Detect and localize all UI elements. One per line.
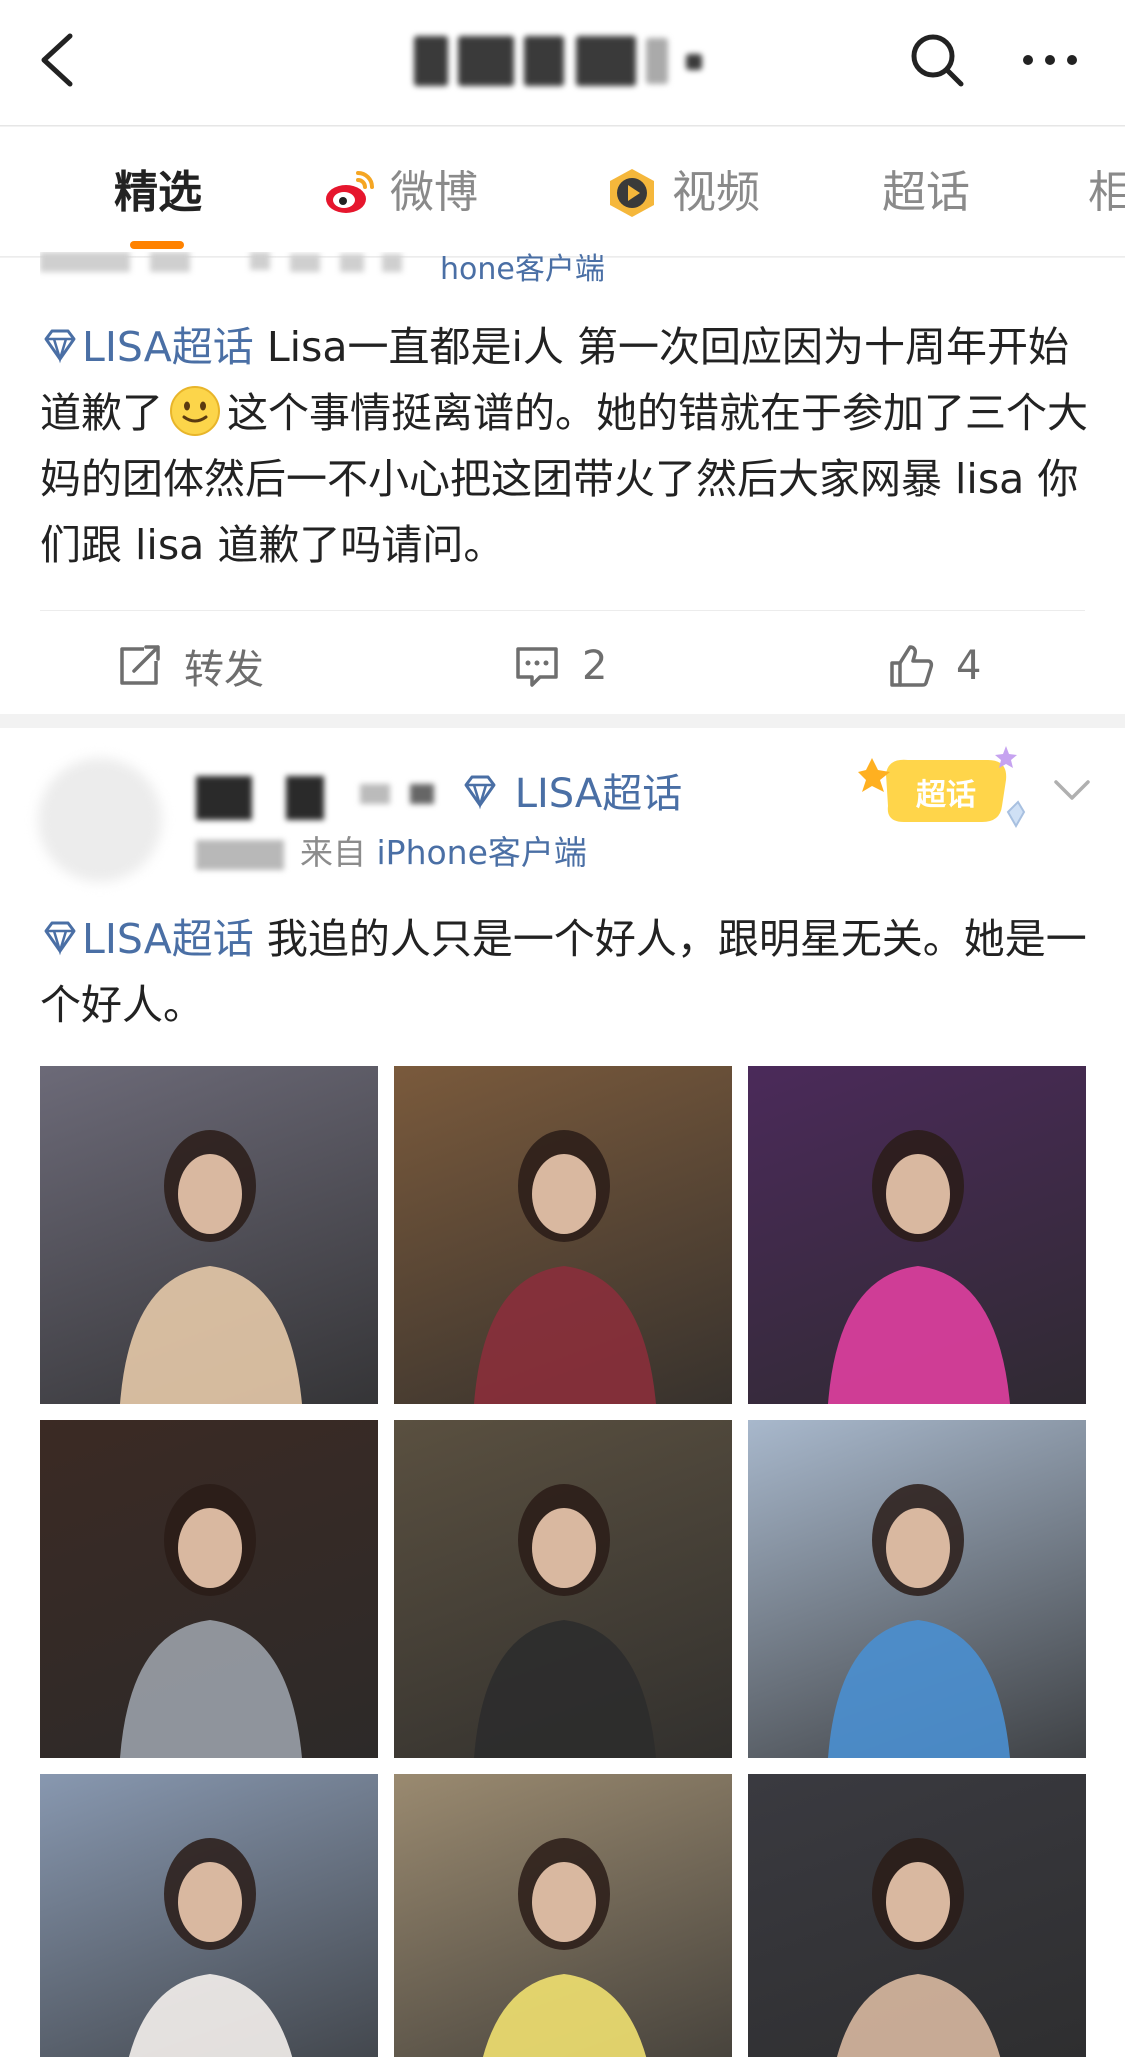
top-nav-bar: [0, 0, 1125, 126]
previous-source-label: hone客户端: [440, 252, 605, 287]
topic-label: LISA超话: [82, 323, 254, 371]
post-body: LISA超话 我追的人只是一个好人，跟明星无关。她是一个好人。: [40, 906, 1090, 1038]
photo-thumbnail[interactable]: [40, 1420, 378, 1758]
photo-thumbnail[interactable]: [394, 1774, 732, 2057]
username-blurred[interactable]: [196, 776, 252, 820]
tab-chaohua[interactable]: 超话: [882, 165, 970, 221]
diamond-icon: [40, 318, 80, 364]
post-card: hone客户端 LISA超话 Lisa一直都是i人 第一次回应因为十周年开始道歉…: [0, 252, 1125, 714]
photo-figure: [120, 1484, 302, 1758]
photo-thumbnail[interactable]: [394, 1066, 732, 1404]
photo-figure: [474, 1130, 656, 1404]
topic-badge-label: LISA超话: [514, 771, 683, 817]
like-button[interactable]: 4: [886, 636, 981, 696]
smile-emoji-icon: [169, 385, 221, 437]
tab-bar: 精选 微博 视频 超话 相: [0, 127, 1125, 257]
photo-figure: [120, 1130, 302, 1404]
photo-figure: [837, 1838, 1001, 2057]
tab-label: 视频: [672, 167, 760, 218]
photo-thumbnail[interactable]: [748, 1420, 1086, 1758]
photo-thumbnail[interactable]: [394, 1420, 732, 1758]
post-divider: [40, 610, 1085, 611]
repost-button[interactable]: 转发: [114, 636, 264, 696]
repost-label: 转发: [184, 647, 264, 693]
comment-count: 2: [582, 643, 608, 689]
diamond-icon: [460, 768, 500, 810]
photo-figure: [828, 1130, 1010, 1404]
post-meta: 来自 iPhone客户端: [196, 828, 587, 878]
tab-xiang[interactable]: 相: [1088, 165, 1125, 221]
tab-label: 超话: [882, 167, 970, 218]
photo-figure: [474, 1484, 656, 1758]
tab-label: 相: [1088, 167, 1125, 218]
post-body: LISA超话 Lisa一直都是i人 第一次回应因为十周年开始道歉了 这个事情挺离谱…: [40, 314, 1090, 578]
previous-meta-blurred: [40, 252, 740, 292]
tab-jingxuan[interactable]: 精选: [114, 165, 202, 221]
topic-link[interactable]: LISA超话: [40, 323, 254, 371]
username-blurred: [360, 784, 390, 804]
page-title-blurred: [410, 30, 710, 94]
source-label: iPhone客户端: [376, 833, 587, 872]
more-dots-icon[interactable]: [1018, 28, 1082, 92]
avatar[interactable]: [38, 758, 162, 882]
video-play-icon: [604, 165, 660, 221]
photo-figure: [483, 1838, 647, 2057]
photo-thumbnail[interactable]: [40, 1066, 378, 1404]
diamond-icon: [40, 910, 80, 956]
search-icon[interactable]: [905, 28, 969, 92]
tab-label: 微博: [390, 167, 478, 218]
date-blurred: [196, 839, 284, 870]
like-count: 4: [956, 643, 982, 689]
topic-label: LISA超话: [82, 915, 254, 963]
chaohua-badge-icon[interactable]: 超话: [858, 740, 1028, 838]
post-card: LISA超话 来自 iPhone客户端 超话 LISA超话 我追的人只是一个好人…: [0, 728, 1125, 2057]
tab-video[interactable]: 视频: [604, 165, 760, 221]
source-prefix: 来自: [300, 833, 366, 872]
topic-link[interactable]: LISA超话: [40, 915, 254, 963]
repost-icon: [120, 645, 160, 685]
photo-figure: [828, 1484, 1010, 1758]
photo-figure: [129, 1838, 293, 2057]
username-blurred: [286, 776, 324, 820]
thumbs-up-icon: [890, 645, 934, 687]
weibo-logo-icon: [322, 165, 378, 221]
photo-thumbnail[interactable]: [748, 1774, 1086, 2057]
tab-label: 精选: [114, 167, 202, 218]
active-tab-indicator: [130, 241, 184, 249]
topic-badge-link[interactable]: LISA超话: [460, 764, 682, 824]
back-chevron-icon[interactable]: [30, 28, 90, 92]
comment-icon: [516, 647, 558, 687]
tab-weibo[interactable]: 微博: [322, 165, 478, 221]
photo-thumbnail[interactable]: [748, 1066, 1086, 1404]
chevron-down-icon[interactable]: [1050, 768, 1094, 812]
photo-thumbnail[interactable]: [40, 1774, 378, 2057]
comment-button[interactable]: 2: [512, 636, 607, 696]
chaohua-badge-label: 超话: [916, 778, 976, 813]
username-blurred: [410, 784, 434, 804]
